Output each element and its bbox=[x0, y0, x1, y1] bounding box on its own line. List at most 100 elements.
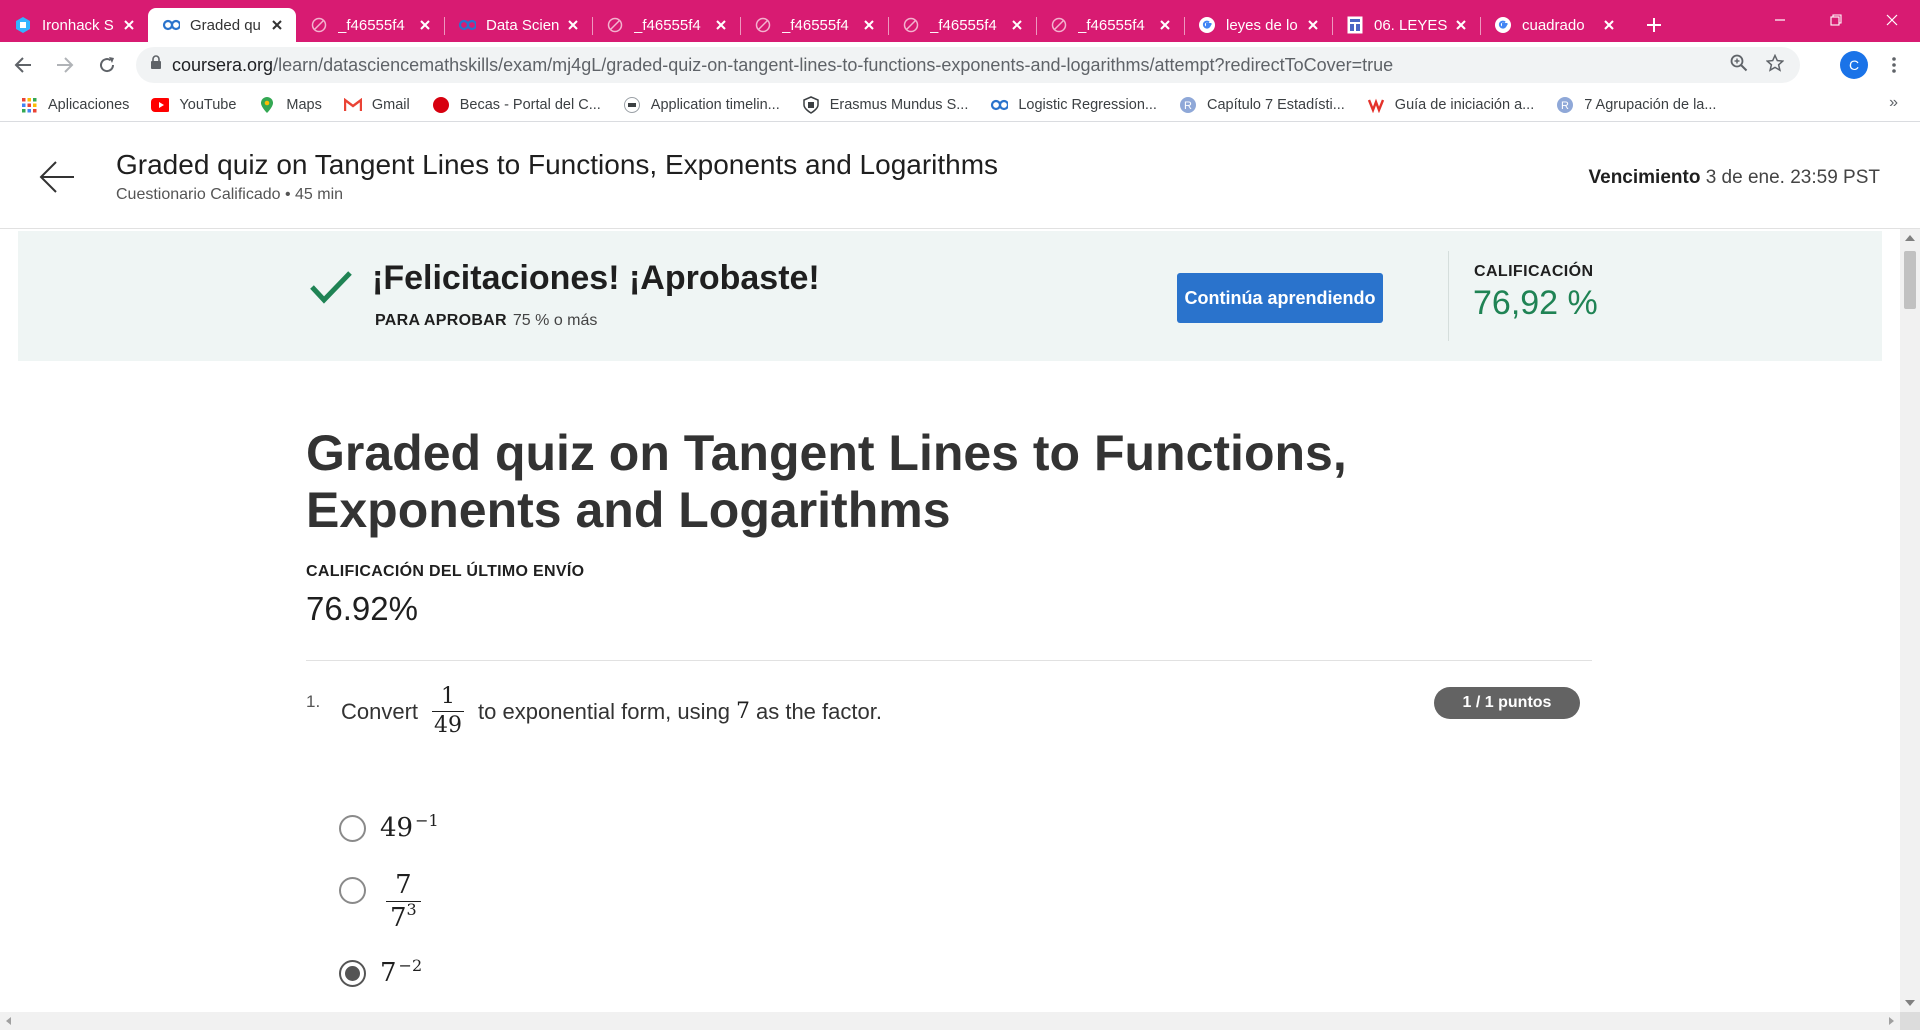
tab-title: _f46555f4 bbox=[634, 16, 701, 34]
new-tab-icon[interactable] bbox=[1634, 8, 1674, 42]
bookmark-item[interactable]: Maps bbox=[258, 96, 322, 114]
back-arrow-icon[interactable] bbox=[38, 159, 78, 195]
bookmark-item[interactable]: Guía de iniciación a... bbox=[1367, 96, 1534, 114]
browser-tab[interactable]: _f46555f4 bbox=[888, 8, 1036, 42]
reload-icon[interactable] bbox=[88, 46, 126, 84]
option-denominator: 73 bbox=[386, 901, 421, 934]
coursera-icon bbox=[458, 16, 476, 34]
radio-button[interactable] bbox=[339, 877, 366, 904]
radio-button-selected[interactable] bbox=[339, 959, 366, 987]
close-tab-icon[interactable] bbox=[1452, 16, 1470, 34]
page-subtitle: Cuestionario Calificado • 45 min bbox=[116, 186, 344, 203]
scroll-left-icon[interactable] bbox=[6, 1017, 11, 1025]
scrollbar-thumb[interactable] bbox=[1904, 251, 1916, 309]
bookmark-item[interactable]: Logistic Regression... bbox=[990, 96, 1157, 114]
option-exponent: −1 bbox=[415, 811, 439, 830]
pass-requirement: PARA APROBAR 75 % o más bbox=[375, 312, 597, 330]
bookmark-label: Erasmus Mundus S... bbox=[829, 96, 969, 113]
due-date: Vencimiento 3 de ene. 23:59 PST bbox=[1589, 167, 1881, 189]
url-text[interactable]: coursera.org/learn/datasciencemathskills… bbox=[172, 55, 1730, 76]
scrollbar-corner bbox=[1900, 1012, 1920, 1030]
tab-title: Graded qu bbox=[190, 16, 261, 34]
browser-tab[interactable]: _f46555f4 bbox=[296, 8, 444, 42]
tab-title: _f46555f4 bbox=[338, 16, 405, 34]
browser-tab[interactable]: leyes de lo bbox=[1184, 8, 1332, 42]
answer-option-1[interactable]: 49 −1 bbox=[339, 813, 439, 843]
close-window-icon[interactable] bbox=[1864, 0, 1920, 40]
bookmark-item[interactable]: R 7 Agrupación de la... bbox=[1556, 96, 1716, 114]
option-base: 7 bbox=[380, 958, 397, 988]
browser-tab[interactable]: Ironhack S bbox=[0, 8, 148, 42]
scroll-up-icon[interactable] bbox=[1905, 235, 1915, 241]
google-icon bbox=[1198, 16, 1216, 34]
scroll-down-icon[interactable] bbox=[1905, 1000, 1915, 1006]
vertical-scrollbar[interactable] bbox=[1900, 229, 1920, 1012]
close-tab-icon[interactable] bbox=[860, 16, 878, 34]
bookmark-item[interactable]: Application timelin... bbox=[623, 96, 780, 114]
close-tab-icon[interactable] bbox=[268, 16, 286, 34]
bookmarks-overflow-icon[interactable]: » bbox=[1889, 94, 1898, 112]
red-circle-icon bbox=[432, 96, 450, 114]
profile-avatar[interactable]: C bbox=[1840, 51, 1868, 79]
option-base: 49 bbox=[380, 813, 414, 843]
browser-tab[interactable]: _f46555f4 bbox=[592, 8, 740, 42]
continue-learning-button[interactable]: Continúa aprendiendo bbox=[1177, 273, 1383, 323]
option-numerator: 7 bbox=[395, 870, 412, 900]
bookmark-item[interactable]: Erasmus Mundus S... bbox=[802, 95, 969, 114]
close-tab-icon[interactable] bbox=[1600, 16, 1618, 34]
bookmark-item[interactable]: Aplicaciones bbox=[20, 96, 129, 114]
browser-tab[interactable]: cuadrado bbox=[1480, 8, 1628, 42]
forward-icon[interactable] bbox=[46, 46, 84, 84]
browser-tab[interactable]: _f46555f4 bbox=[740, 8, 888, 42]
close-tab-icon[interactable] bbox=[1304, 16, 1322, 34]
answer-option-3[interactable]: 7 −2 bbox=[339, 958, 422, 988]
fraction-numerator: 1 bbox=[441, 684, 456, 709]
due-value: 3 de ene. 23:59 PST bbox=[1705, 167, 1880, 188]
tab-title: cuadrado bbox=[1522, 16, 1585, 34]
browser-tab[interactable]: Data Scien bbox=[444, 8, 592, 42]
ironhack-icon bbox=[14, 16, 32, 34]
answer-option-2[interactable]: 7 73 bbox=[339, 869, 421, 934]
address-bar[interactable]: coursera.org/learn/datasciencemathskills… bbox=[136, 47, 1800, 83]
google-icon bbox=[1494, 16, 1512, 34]
close-tab-icon[interactable] bbox=[712, 16, 730, 34]
back-icon[interactable] bbox=[4, 46, 42, 84]
radio-button[interactable] bbox=[339, 814, 366, 842]
bookmark-item[interactable]: Becas - Portal del C... bbox=[432, 96, 601, 114]
scroll-right-icon[interactable] bbox=[1889, 1017, 1894, 1025]
option-den-exponent: 3 bbox=[406, 900, 417, 919]
bookmark-item[interactable]: Gmail bbox=[343, 96, 410, 114]
bookmark-label: Becas - Portal del C... bbox=[459, 96, 601, 113]
browser-tab[interactable]: Graded qu bbox=[148, 8, 296, 42]
tab-title: 06. LEYES bbox=[1374, 16, 1448, 34]
close-tab-icon[interactable] bbox=[416, 16, 434, 34]
minimize-icon[interactable] bbox=[1752, 0, 1808, 40]
option-expression: 7 −2 bbox=[380, 958, 422, 989]
points-badge: 1 / 1 puntos bbox=[1434, 687, 1580, 719]
option-fraction: 7 73 bbox=[386, 869, 421, 934]
restore-icon[interactable] bbox=[1808, 0, 1864, 40]
close-tab-icon[interactable] bbox=[120, 16, 138, 34]
browser-tab[interactable]: 06. LEYES bbox=[1332, 8, 1480, 42]
horizontal-scrollbar[interactable] bbox=[0, 1012, 1900, 1030]
globe-icon bbox=[902, 16, 920, 34]
r-icon: R bbox=[1556, 96, 1574, 114]
section-divider bbox=[306, 660, 1592, 661]
close-tab-icon[interactable] bbox=[1008, 16, 1026, 34]
close-tab-icon[interactable] bbox=[1156, 16, 1174, 34]
menu-kebab-icon[interactable] bbox=[1882, 53, 1906, 77]
bookmark-item[interactable]: R Capítulo 7 Estadísti... bbox=[1179, 96, 1345, 114]
tab-title: Data Scien bbox=[486, 16, 560, 34]
close-tab-icon[interactable] bbox=[564, 16, 582, 34]
document-icon bbox=[1346, 16, 1364, 34]
browser-tab[interactable]: _f46555f4 bbox=[1036, 8, 1184, 42]
zoom-icon[interactable] bbox=[1730, 54, 1748, 77]
globe-icon bbox=[310, 16, 328, 34]
question-number: 1. bbox=[306, 692, 321, 711]
bookmark-star-icon[interactable] bbox=[1765, 53, 1785, 77]
bookmark-item[interactable]: YouTube bbox=[151, 96, 236, 114]
coursera-icon bbox=[990, 96, 1009, 114]
bookmark-label: Guía de iniciación a... bbox=[1394, 96, 1535, 113]
tab-strip: Ironhack S Graded qu _f46555f4 Data Scien _f… bbox=[0, 0, 1920, 42]
lock-icon[interactable] bbox=[150, 55, 162, 75]
